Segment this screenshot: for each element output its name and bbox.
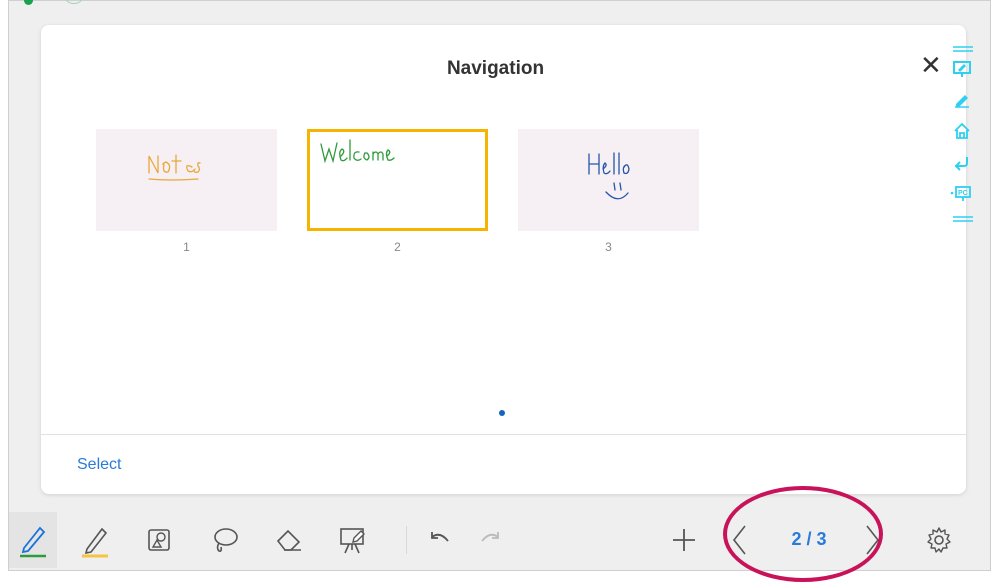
navigation-dialog: [41, 25, 966, 494]
toolbar-divider: [406, 526, 407, 554]
presenter-tool-button[interactable]: [333, 512, 373, 568]
pc-icon[interactable]: PC: [950, 185, 974, 205]
chevron-right-icon: [866, 525, 880, 555]
pen-tool-button[interactable]: [9, 512, 57, 568]
previous-page-button[interactable]: [725, 512, 755, 568]
page-number-1: 1: [183, 240, 190, 254]
page-number-2: 2: [394, 240, 401, 254]
gear-icon: [927, 527, 951, 553]
drag-handle-bottom-icon[interactable]: [951, 214, 975, 224]
add-page-button[interactable]: [664, 512, 704, 568]
lasso-tool-button[interactable]: [205, 512, 245, 568]
page-indicator: 2 / 3: [791, 529, 827, 549]
redo-button[interactable]: [471, 512, 511, 568]
lasso-icon: [214, 528, 238, 552]
shapes-tool-button[interactable]: [139, 512, 179, 568]
chevron-left-icon: [732, 525, 746, 555]
undo-icon: [431, 532, 449, 542]
pen-icon: [20, 526, 46, 558]
plus-icon: [673, 529, 695, 551]
highlighter-icon: [82, 527, 108, 558]
page-thumbnail-2[interactable]: [307, 129, 488, 231]
eraser-tool-button[interactable]: [269, 512, 309, 568]
presenter-icon: [340, 528, 365, 554]
close-icon[interactable]: ✕: [920, 52, 942, 78]
page-thumbnail-3[interactable]: [518, 129, 699, 231]
settings-button[interactable]: [919, 512, 959, 568]
pagination-dot[interactable]: [499, 410, 505, 416]
next-page-button[interactable]: [857, 512, 887, 568]
home-icon[interactable]: [953, 122, 971, 140]
drag-handle-top-icon[interactable]: [951, 44, 975, 54]
undo-button[interactable]: [419, 512, 459, 568]
page-thumbnail-1[interactable]: [96, 129, 277, 231]
bottom-toolbar: 2 / 3: [9, 512, 990, 571]
shapes-icon: [148, 529, 170, 551]
page-number-3: 3: [605, 240, 612, 254]
pen-icon[interactable]: [953, 90, 971, 108]
svg-text:PC: PC: [958, 190, 968, 197]
eraser-icon: [276, 529, 301, 551]
highlighter-tool-button[interactable]: [75, 512, 115, 568]
monitor-edit-icon[interactable]: [952, 60, 972, 78]
dialog-divider: [41, 434, 966, 435]
return-icon[interactable]: [953, 154, 971, 172]
dialog-title: Navigation: [446, 58, 545, 79]
select-button[interactable]: Select: [77, 456, 121, 474]
redo-icon: [481, 532, 499, 542]
floating-side-toolbar: PC: [948, 44, 978, 224]
